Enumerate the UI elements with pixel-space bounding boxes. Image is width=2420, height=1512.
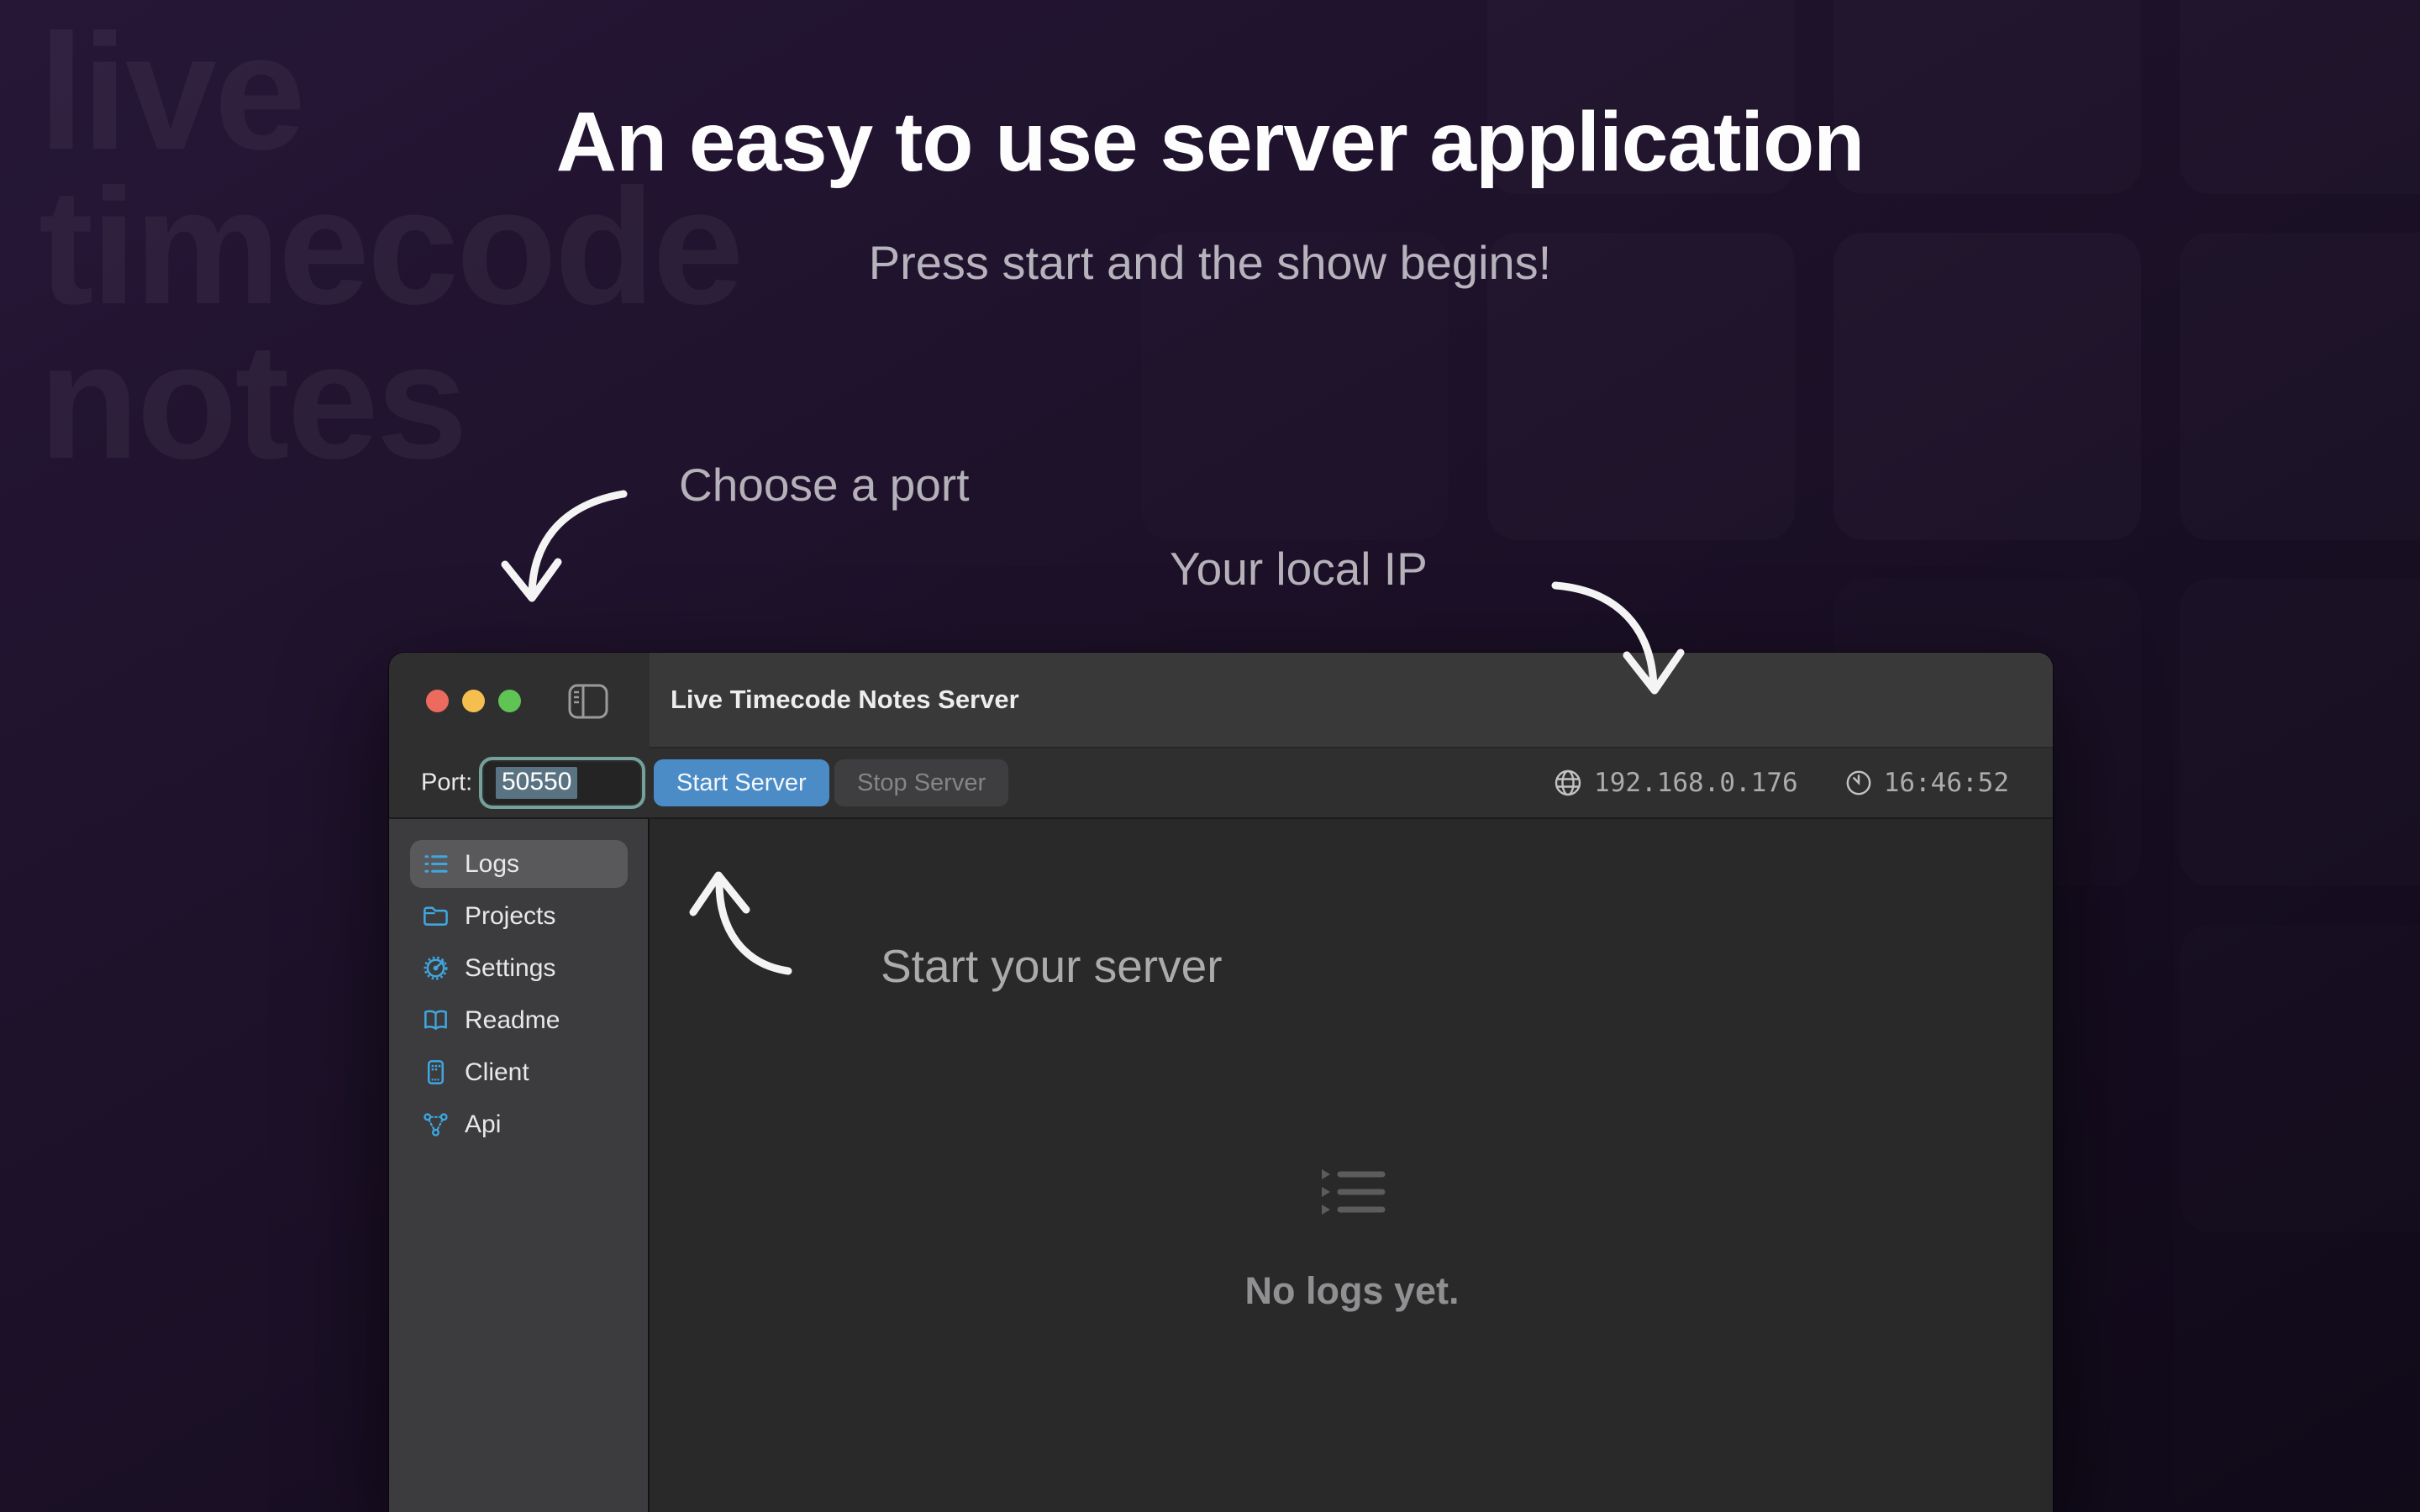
- port-input[interactable]: 50550: [479, 757, 645, 809]
- toolbar: Port: 50550 Start Server Stop Server 192…: [389, 748, 2053, 819]
- open-book-icon: [422, 1006, 450, 1034]
- start-server-button[interactable]: Start Server: [654, 759, 829, 806]
- folder-icon: [422, 902, 450, 930]
- port-value-selected-text: 50550: [496, 767, 577, 799]
- sidebar-item-logs[interactable]: Logs: [410, 840, 628, 888]
- arrow-to-port-field-head: [505, 562, 558, 598]
- titlebar: Live Timecode Notes Server: [389, 653, 2053, 748]
- hero-title: An easy to use server application: [0, 94, 2420, 191]
- empty-state-message: No logs yet.: [651, 1269, 2053, 1313]
- sidebar-item-readme[interactable]: Readme: [410, 996, 628, 1044]
- callout-local-ip: Your local IP: [1170, 542, 1428, 596]
- callout-start-server: Start your server: [881, 939, 1223, 993]
- stop-server-button[interactable]: Stop Server: [834, 759, 1008, 806]
- status-group: 192.168.0.176 16:46:52: [1554, 768, 2009, 798]
- sidebar-item-label: Client: [465, 1058, 529, 1087]
- logs-content-area: No logs yet.: [651, 819, 2053, 1512]
- port-label: Port:: [421, 769, 472, 797]
- list-bullet-icon: [422, 850, 450, 878]
- hero-subtitle: Press start and the show begins!: [0, 235, 2420, 290]
- list-triangle-icon: [1317, 1168, 1387, 1218]
- sidebar-toggle-icon[interactable]: [568, 684, 608, 723]
- background-tile: [2180, 925, 2420, 1232]
- sidebar-item-label: Api: [465, 1110, 501, 1139]
- page: live timecode notes An easy to use serve…: [0, 0, 2420, 1512]
- clock-icon: [1845, 769, 1872, 796]
- globe-icon: [1554, 769, 1582, 797]
- port-input-text: 50550: [484, 762, 640, 804]
- sidebar-item-projects[interactable]: Projects: [410, 892, 628, 940]
- sidebar-item-api[interactable]: Api: [410, 1100, 628, 1148]
- sidebar-item-settings[interactable]: Settings: [410, 944, 628, 992]
- watermark-line: notes: [39, 324, 741, 479]
- close-button[interactable]: [426, 690, 449, 712]
- ip-address: 192.168.0.176: [1594, 768, 1798, 798]
- gear-icon: [422, 954, 450, 982]
- device-icon: [422, 1058, 450, 1086]
- sidebar-item-label: Readme: [465, 1006, 560, 1035]
- window-title: Live Timecode Notes Server: [671, 653, 1019, 747]
- zoom-button[interactable]: [498, 690, 521, 712]
- minimize-button[interactable]: [462, 690, 485, 712]
- clock-time: 16:46:52: [1884, 768, 2009, 798]
- sidebar-item-label: Logs: [465, 850, 519, 879]
- titlebar-content-area: Live Timecode Notes Server: [650, 653, 2053, 748]
- app-window: Live Timecode Notes Server Port: 50550: [389, 653, 2053, 1512]
- network-icon: [422, 1110, 450, 1138]
- sidebar-item-label: Projects: [465, 902, 555, 931]
- arrow-to-port-field: [532, 494, 623, 595]
- background-tile: [2180, 579, 2420, 886]
- callout-choose-port: Choose a port: [679, 458, 970, 512]
- sidebar-item-label: Settings: [465, 954, 555, 983]
- sidebar: Logs Projects Settings: [389, 819, 650, 1512]
- sidebar-item-client[interactable]: Client: [410, 1048, 628, 1096]
